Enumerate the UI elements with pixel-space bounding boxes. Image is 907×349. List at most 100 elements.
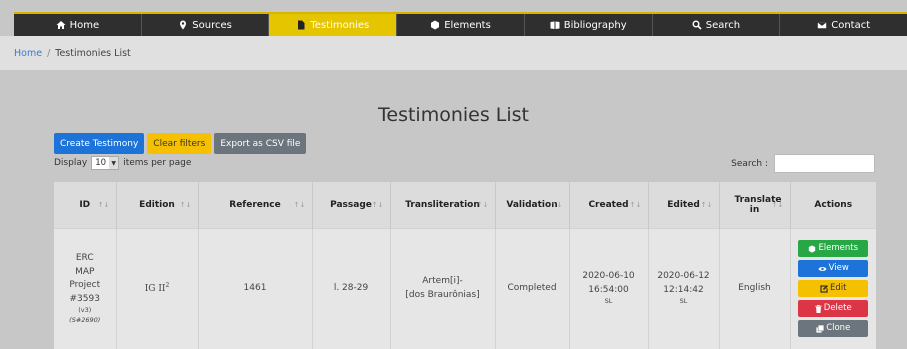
search-box: Search :	[731, 154, 875, 173]
eye-icon	[818, 266, 827, 271]
book-icon	[550, 21, 560, 29]
sort-icon: ↑↓	[371, 200, 384, 209]
header-label: Created	[588, 199, 629, 210]
nav-bibliography[interactable]: Bibliography	[525, 14, 653, 36]
sort-icon: ↑↓	[476, 200, 489, 209]
column-header-translate-in[interactable]: Translate in ↑↓	[719, 182, 791, 228]
column-header-passage[interactable]: Passage ↑↓	[312, 182, 391, 228]
edit-button[interactable]: Edit	[798, 280, 869, 298]
column-header-edition[interactable]: Edition ↑↓	[116, 182, 199, 228]
view-button[interactable]: View	[798, 260, 869, 278]
id-line: MAP	[75, 266, 95, 277]
breadcrumb: Home / Testimonies List	[0, 36, 907, 70]
table-row: ERC MAP Project #3593 (v3) (S#2690) IG I…	[54, 227, 877, 349]
nav-testimonies[interactable]: Testimonies	[269, 14, 398, 36]
cube-icon	[809, 245, 816, 253]
page-title: Testimonies List	[378, 104, 529, 126]
cell-id: ERC MAP Project #3593 (v3) (S#2690)	[54, 227, 117, 349]
nav-search[interactable]: Search	[653, 14, 781, 36]
edit-icon	[820, 284, 829, 293]
cell-reference: 1461	[198, 227, 313, 349]
button-label: Elements	[818, 243, 859, 254]
id-line: Project	[69, 280, 101, 290]
chevron-down-icon: ▼	[109, 157, 119, 169]
edition-superscript: 2	[165, 282, 170, 289]
nav-home[interactable]: Home	[14, 14, 142, 36]
id-version: (v3)	[78, 306, 92, 314]
sort-icon: ↑↓	[293, 200, 306, 209]
nav-label: Home	[69, 19, 100, 31]
id-line: #3593	[69, 293, 100, 304]
sort-icon: ↑↓	[629, 200, 642, 209]
header-label: Reference	[229, 199, 281, 210]
column-header-id[interactable]: ID ↑↓	[54, 182, 117, 228]
edited-user: SL	[679, 297, 688, 306]
cell-passage: l. 28-29	[312, 227, 391, 349]
cell-created: 2020-06-10 16:54:00 SL	[569, 227, 649, 349]
column-header-actions: Actions	[790, 182, 876, 228]
cell-validation: Completed	[495, 227, 570, 349]
page-size-select[interactable]: 10 ▼	[91, 156, 120, 170]
edited-time: 12:14:42	[663, 284, 704, 295]
clear-filters-button[interactable]: Clear filters	[147, 133, 212, 154]
button-label: Clone	[826, 323, 851, 334]
search-input[interactable]	[774, 154, 875, 173]
id-source: (S#2690)	[69, 315, 101, 324]
transliteration-line: Artem[i]-	[422, 276, 463, 287]
column-header-validation[interactable]: Validation ↑↓	[495, 182, 570, 228]
actions-group: Elements View Edit Delete Clone	[791, 240, 877, 338]
header-label: Passage	[330, 199, 372, 210]
table-header-row: ID ↑↓ Edition ↑↓ Reference ↑↓ Passage ↑↓ Tra…	[54, 182, 876, 228]
breadcrumb-separator: /	[47, 47, 51, 59]
elements-button[interactable]: Elements	[798, 240, 869, 258]
sort-icon: ↑↓	[550, 200, 563, 209]
header-label: Edited	[667, 199, 700, 210]
button-label: Delete	[823, 303, 852, 314]
column-header-created[interactable]: Created ↑↓	[569, 182, 649, 228]
breadcrumb-current: Testimonies List	[55, 47, 131, 59]
clone-button[interactable]: Clone	[798, 320, 869, 338]
nav-label: Contact	[831, 19, 871, 31]
nav-label: Sources	[192, 19, 232, 31]
column-header-edited[interactable]: Edited ↑↓	[648, 182, 720, 228]
header-label: Translate in	[734, 194, 782, 215]
cube-icon	[431, 20, 440, 30]
header-label: Transliteration	[405, 199, 480, 210]
testimonies-table: ID ↑↓ Edition ↑↓ Reference ↑↓ Passage ↑↓ Tra…	[54, 182, 876, 349]
sort-icon: ↑↓	[771, 200, 784, 209]
button-label: Edit	[830, 283, 847, 294]
nav-elements[interactable]: Elements	[397, 14, 525, 36]
cell-actions: Elements View Edit Delete Clone	[790, 227, 877, 349]
nav-label: Bibliography	[563, 19, 627, 31]
column-header-reference[interactable]: Reference ↑↓	[198, 182, 313, 228]
nav-contact[interactable]: Contact	[780, 14, 907, 36]
cell-edited: 2020-06-12 12:14:42 SL	[648, 227, 720, 349]
export-csv-button[interactable]: Export as CSV file	[214, 133, 307, 154]
edited-date: 2020-06-12	[657, 271, 710, 282]
column-header-transliteration[interactable]: Transliteration ↑↓	[390, 182, 496, 228]
id-line: ERC	[75, 253, 94, 263]
create-testimony-button[interactable]: Create Testimony	[54, 133, 145, 154]
nav-sources[interactable]: Sources	[142, 14, 270, 36]
transliteration-line: [dos Braurônias]	[405, 289, 480, 300]
sort-icon: ↑↓	[700, 200, 713, 209]
nav-label: Testimonies	[310, 19, 370, 31]
clone-icon	[816, 325, 824, 333]
envelope-icon	[817, 21, 828, 29]
sort-icon: ↑↓	[179, 200, 192, 209]
edition-text: IG II	[144, 284, 166, 294]
top-nav: Home Sources Testimonies Elements Biblio…	[14, 12, 907, 36]
search-label: Search :	[731, 158, 768, 169]
items-per-page-label: items per page	[123, 158, 192, 168]
search-icon	[692, 20, 702, 30]
breadcrumb-home[interactable]: Home	[14, 48, 42, 59]
home-icon	[56, 21, 66, 29]
header-label: Actions	[814, 199, 853, 210]
toolbar: Create Testimony Clear filters Export as…	[54, 133, 307, 154]
created-user: SL	[604, 297, 613, 306]
header-label: Edition	[139, 199, 175, 210]
delete-button[interactable]: Delete	[798, 300, 869, 318]
header-label: ID	[79, 199, 91, 210]
nav-label: Search	[705, 19, 741, 31]
cell-translate-in: English	[719, 227, 791, 349]
